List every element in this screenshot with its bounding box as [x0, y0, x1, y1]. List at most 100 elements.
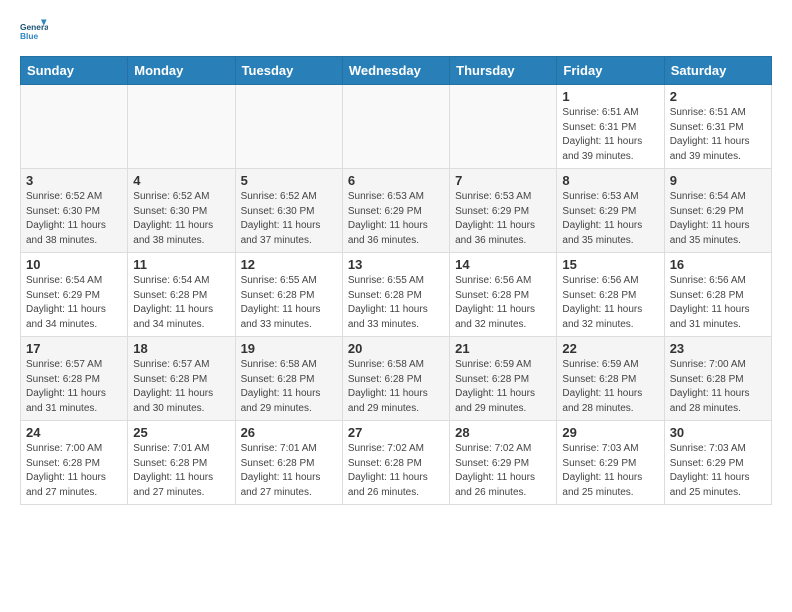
header: General Blue: [20, 16, 772, 44]
day-info: Sunrise: 7:00 AM Sunset: 6:28 PM Dayligh…: [26, 442, 122, 500]
calendar-cell: 14 Sunrise: 6:56 AM Sunset: 6:28 PM Dayli…: [450, 253, 557, 337]
day-info: Sunrise: 7:02 AM Sunset: 6:29 PM Dayligh…: [455, 442, 551, 500]
calendar-table: SundayMondayTuesdayWednesdayThursdayFrid…: [20, 56, 772, 505]
calendar-cell: 22 Sunrise: 6:59 AM Sunset: 6:28 PM Dayli…: [557, 337, 664, 421]
day-number: 17: [26, 341, 122, 356]
day-info: Sunrise: 6:52 AM Sunset: 6:30 PM Dayligh…: [26, 190, 122, 248]
day-info: Sunrise: 6:57 AM Sunset: 6:28 PM Dayligh…: [26, 358, 122, 416]
dow-header-thursday: Thursday: [450, 57, 557, 85]
day-info: Sunrise: 6:54 AM Sunset: 6:28 PM Dayligh…: [133, 274, 229, 332]
day-info: Sunrise: 6:58 AM Sunset: 6:28 PM Dayligh…: [241, 358, 337, 416]
day-number: 18: [133, 341, 229, 356]
calendar-cell: 2 Sunrise: 6:51 AM Sunset: 6:31 PM Daylig…: [664, 85, 771, 169]
day-info: Sunrise: 7:01 AM Sunset: 6:28 PM Dayligh…: [133, 442, 229, 500]
week-row-5: 24 Sunrise: 7:00 AM Sunset: 6:28 PM Dayli…: [21, 421, 772, 505]
calendar-cell: 17 Sunrise: 6:57 AM Sunset: 6:28 PM Dayli…: [21, 337, 128, 421]
calendar-cell: 19 Sunrise: 6:58 AM Sunset: 6:28 PM Dayli…: [235, 337, 342, 421]
day-number: 29: [562, 425, 658, 440]
page: General Blue SundayMondayTuesdayWednesda…: [0, 0, 792, 521]
calendar-cell: 23 Sunrise: 7:00 AM Sunset: 6:28 PM Dayli…: [664, 337, 771, 421]
day-info: Sunrise: 6:58 AM Sunset: 6:28 PM Dayligh…: [348, 358, 444, 416]
logo: General Blue: [20, 16, 52, 44]
calendar-cell: 20 Sunrise: 6:58 AM Sunset: 6:28 PM Dayli…: [342, 337, 449, 421]
calendar-cell: 21 Sunrise: 6:59 AM Sunset: 6:28 PM Dayli…: [450, 337, 557, 421]
day-info: Sunrise: 6:53 AM Sunset: 6:29 PM Dayligh…: [455, 190, 551, 248]
day-info: Sunrise: 7:03 AM Sunset: 6:29 PM Dayligh…: [670, 442, 766, 500]
day-number: 3: [26, 173, 122, 188]
calendar-cell: 9Sunrise: 6:54 AM Sunset: 6:29 PM Daylig…: [664, 169, 771, 253]
calendar-cell: 3 Sunrise: 6:52 AM Sunset: 6:30 PM Daylig…: [21, 169, 128, 253]
day-info: Sunrise: 6:51 AM Sunset: 6:31 PM Dayligh…: [562, 106, 658, 164]
calendar-cell: 4 Sunrise: 6:52 AM Sunset: 6:30 PM Daylig…: [128, 169, 235, 253]
calendar-cell: 29 Sunrise: 7:03 AM Sunset: 6:29 PM Dayli…: [557, 421, 664, 505]
dow-header-wednesday: Wednesday: [342, 57, 449, 85]
dow-header-tuesday: Tuesday: [235, 57, 342, 85]
day-info: Sunrise: 6:56 AM Sunset: 6:28 PM Dayligh…: [562, 274, 658, 332]
day-number: 21: [455, 341, 551, 356]
day-number: 25: [133, 425, 229, 440]
dow-header-monday: Monday: [128, 57, 235, 85]
calendar-cell: 8Sunrise: 6:53 AM Sunset: 6:29 PM Daylig…: [557, 169, 664, 253]
dow-header-sunday: Sunday: [21, 57, 128, 85]
day-number: 1: [562, 89, 658, 104]
day-number: 24: [26, 425, 122, 440]
day-info: Sunrise: 6:54 AM Sunset: 6:29 PM Dayligh…: [26, 274, 122, 332]
day-number: 26: [241, 425, 337, 440]
week-row-2: 3 Sunrise: 6:52 AM Sunset: 6:30 PM Daylig…: [21, 169, 772, 253]
day-info: Sunrise: 6:52 AM Sunset: 6:30 PM Dayligh…: [241, 190, 337, 248]
day-number: 5: [241, 173, 337, 188]
day-info: Sunrise: 6:57 AM Sunset: 6:28 PM Dayligh…: [133, 358, 229, 416]
day-info: Sunrise: 6:56 AM Sunset: 6:28 PM Dayligh…: [455, 274, 551, 332]
day-number: 27: [348, 425, 444, 440]
day-number: 30: [670, 425, 766, 440]
calendar-cell: 18 Sunrise: 6:57 AM Sunset: 6:28 PM Dayli…: [128, 337, 235, 421]
calendar-cell: 7Sunrise: 6:53 AM Sunset: 6:29 PM Daylig…: [450, 169, 557, 253]
logo-icon: General Blue: [20, 16, 48, 44]
calendar-cell: 27 Sunrise: 7:02 AM Sunset: 6:28 PM Dayli…: [342, 421, 449, 505]
day-number: 28: [455, 425, 551, 440]
calendar-cell: 25 Sunrise: 7:01 AM Sunset: 6:28 PM Dayli…: [128, 421, 235, 505]
calendar-cell: 30 Sunrise: 7:03 AM Sunset: 6:29 PM Dayli…: [664, 421, 771, 505]
calendar-cell: 26 Sunrise: 7:01 AM Sunset: 6:28 PM Dayli…: [235, 421, 342, 505]
calendar-cell: [235, 85, 342, 169]
day-number: 8: [562, 173, 658, 188]
day-number: 14: [455, 257, 551, 272]
day-number: 20: [348, 341, 444, 356]
day-info: Sunrise: 6:59 AM Sunset: 6:28 PM Dayligh…: [562, 358, 658, 416]
day-info: Sunrise: 6:52 AM Sunset: 6:30 PM Dayligh…: [133, 190, 229, 248]
day-number: 6: [348, 173, 444, 188]
calendar-cell: 28 Sunrise: 7:02 AM Sunset: 6:29 PM Dayli…: [450, 421, 557, 505]
day-info: Sunrise: 7:03 AM Sunset: 6:29 PM Dayligh…: [562, 442, 658, 500]
calendar-cell: [342, 85, 449, 169]
calendar-cell: 24 Sunrise: 7:00 AM Sunset: 6:28 PM Dayli…: [21, 421, 128, 505]
day-number: 10: [26, 257, 122, 272]
calendar-cell: [128, 85, 235, 169]
day-number: 12: [241, 257, 337, 272]
day-info: Sunrise: 7:02 AM Sunset: 6:28 PM Dayligh…: [348, 442, 444, 500]
week-row-3: 10 Sunrise: 6:54 AM Sunset: 6:29 PM Dayli…: [21, 253, 772, 337]
svg-text:Blue: Blue: [20, 31, 38, 41]
calendar-cell: [450, 85, 557, 169]
calendar-cell: 6Sunrise: 6:53 AM Sunset: 6:29 PM Daylig…: [342, 169, 449, 253]
day-number: 23: [670, 341, 766, 356]
day-number: 16: [670, 257, 766, 272]
day-number: 13: [348, 257, 444, 272]
day-info: Sunrise: 6:51 AM Sunset: 6:31 PM Dayligh…: [670, 106, 766, 164]
day-number: 15: [562, 257, 658, 272]
day-number: 19: [241, 341, 337, 356]
day-number: 2: [670, 89, 766, 104]
day-number: 4: [133, 173, 229, 188]
day-info: Sunrise: 6:59 AM Sunset: 6:28 PM Dayligh…: [455, 358, 551, 416]
day-number: 22: [562, 341, 658, 356]
day-info: Sunrise: 7:01 AM Sunset: 6:28 PM Dayligh…: [241, 442, 337, 500]
day-info: Sunrise: 6:56 AM Sunset: 6:28 PM Dayligh…: [670, 274, 766, 332]
day-number: 11: [133, 257, 229, 272]
week-row-1: 1 Sunrise: 6:51 AM Sunset: 6:31 PM Daylig…: [21, 85, 772, 169]
day-info: Sunrise: 7:00 AM Sunset: 6:28 PM Dayligh…: [670, 358, 766, 416]
day-info: Sunrise: 6:55 AM Sunset: 6:28 PM Dayligh…: [348, 274, 444, 332]
calendar-cell: [21, 85, 128, 169]
dow-header-friday: Friday: [557, 57, 664, 85]
calendar-cell: 16 Sunrise: 6:56 AM Sunset: 6:28 PM Dayli…: [664, 253, 771, 337]
day-info: Sunrise: 6:55 AM Sunset: 6:28 PM Dayligh…: [241, 274, 337, 332]
calendar-cell: 12 Sunrise: 6:55 AM Sunset: 6:28 PM Dayli…: [235, 253, 342, 337]
